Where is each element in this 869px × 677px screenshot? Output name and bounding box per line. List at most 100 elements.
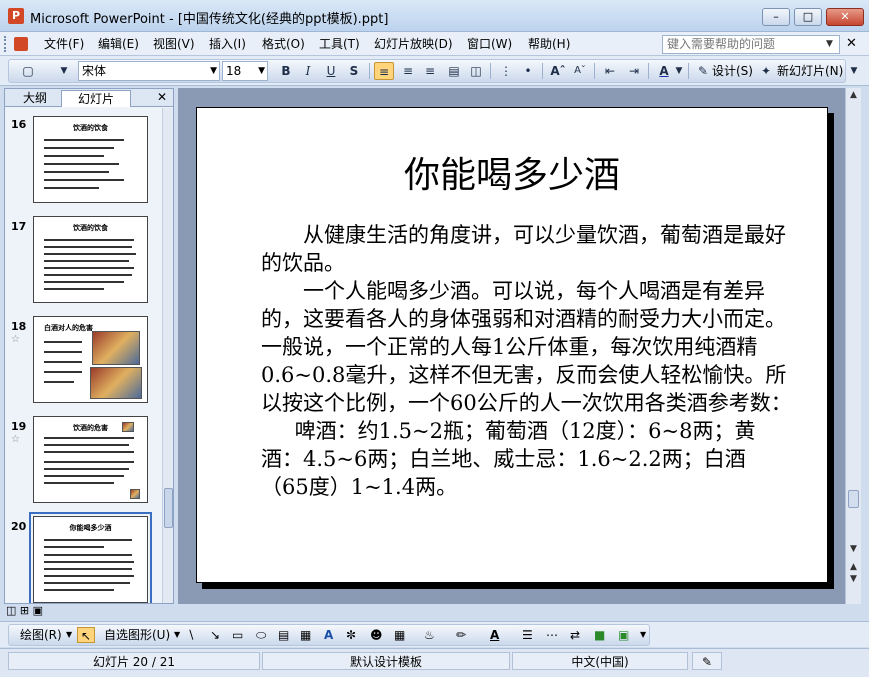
chevron-down-icon[interactable]: ▼ [826,39,833,49]
arrow-style-icon[interactable]: ⇄ [570,627,580,643]
wordart-icon[interactable]: A [324,627,333,643]
thumb-text-line [44,239,134,241]
decrease-indent-icon[interactable]: ⇤ [600,62,620,80]
scrollbar-thumb[interactable] [848,490,859,508]
toolbar-options-icon[interactable]: ▼ [640,627,646,643]
align-right-icon[interactable]: ≡ [420,62,440,80]
align-center-icon[interactable]: ≡ [398,62,418,80]
previous-slide-icon[interactable]: ▲ [846,562,861,572]
underline-button[interactable]: U [321,62,341,80]
tab-slides[interactable]: 幻灯片 [61,90,131,107]
toolbar-options-icon[interactable]: ▼ [848,62,860,80]
align-left-icon[interactable]: ≡ [374,62,394,80]
menu-view[interactable]: 视图(V) [153,36,195,52]
font-size-select[interactable]: 18 ▼ [222,61,268,81]
document-close-icon[interactable]: ✕ [846,36,857,51]
line-style-icon[interactable]: ☰ [522,627,533,643]
increase-font-icon[interactable]: Aˆ [548,62,568,80]
template-status[interactable]: 默认设计模板 [262,652,510,670]
menu-help[interactable]: 帮助(H) [528,36,570,52]
menu-tools[interactable]: 工具(T) [319,36,360,52]
font-color-icon[interactable]: A [490,627,499,643]
slide-thumbnail-20[interactable]: 你能喝多少酒 [29,512,152,603]
rectangle-icon[interactable]: ▭ [232,627,243,643]
slide-thumbnail-19[interactable]: 饮酒的危害 [33,416,148,503]
thumbnail-list: 16 饮酒的饮食 17 饮酒的饮食 18 ☆ 白酒对人的危害 19 ☆ 饮酒的危… [5,108,173,603]
chevron-down-icon[interactable]: ▼ [674,62,684,80]
menu-slideshow[interactable]: 幻灯片放映(D) [374,36,453,52]
chevron-down-icon[interactable]: ▼ [66,627,72,643]
clipart-icon[interactable]: ☻ [370,627,383,643]
spelling-check-icon[interactable]: ✎ [692,652,722,670]
arrow-icon[interactable]: ↘ [210,627,220,643]
menu-file[interactable]: 文件(F) [44,36,84,52]
autoshapes-button[interactable]: 自选图形(U) [104,627,170,643]
slide-thumbnail-16[interactable]: 饮酒的饮食 [33,116,148,203]
slide-title[interactable]: 你能喝多少酒 [197,146,827,198]
dash-style-icon[interactable]: ⋯ [546,627,558,643]
oval-icon[interactable]: ⬭ [256,627,266,643]
menu-edit[interactable]: 编辑(E) [98,36,139,52]
line-icon[interactable]: ∖ [187,627,195,643]
toolbar-grip[interactable] [4,36,7,52]
tab-outline[interactable]: 大纲 [13,90,57,107]
numbering-icon[interactable]: ⋮ [496,62,516,80]
justify-icon[interactable]: ▤ [444,62,464,80]
fill-color-icon[interactable]: ♨ [424,627,435,643]
design-button[interactable]: 设计(S) [712,62,753,80]
slideshow-view-icon[interactable]: ▣ [33,604,43,617]
italic-button[interactable]: I [298,62,318,80]
slide-paragraph: 一个人能喝多少酒。可以说，每个人喝酒是有差异的，这要看各人的身体强弱和对酒精的耐… [261,279,792,415]
picture-icon[interactable]: ▦ [394,627,405,643]
close-button[interactable]: ✕ [826,8,864,26]
menu-insert[interactable]: 插入(I) [209,36,246,52]
current-slide[interactable]: 你能喝多少酒 从健康生活的角度讲，可以少量饮酒，葡萄酒是最好的饮品。 一个人能喝… [196,107,828,583]
font-name-select[interactable]: 宋体 ▼ [78,61,220,81]
new-slide-button[interactable]: 新幻灯片(N) [777,62,843,80]
scrollbar-thumb[interactable] [164,488,173,528]
help-search-input[interactable]: 键入需要帮助的问题 [662,35,840,54]
slide-thumbnail-18[interactable]: 白酒对人的危害 [33,316,148,403]
bold-button[interactable]: B [276,62,296,80]
diagram-icon[interactable]: ✼ [346,627,356,643]
thumb-text-line [44,437,134,439]
decrease-font-icon[interactable]: Aˇ [570,62,590,80]
scroll-up-icon[interactable]: ▲ [846,90,861,100]
vertical-textbox-icon[interactable]: ▦ [300,627,311,643]
distribute-icon[interactable]: ◫ [466,62,486,80]
increase-indent-icon[interactable]: ⇥ [624,62,644,80]
slide-scrollbar[interactable]: ▲ ▼ ▲ ▼ [845,88,861,604]
thumb-text-line [44,568,132,570]
minimize-button[interactable]: – [762,8,790,26]
chevron-down-icon[interactable]: ▼ [174,627,180,643]
toolbar-options-icon[interactable]: ▼ [58,62,70,80]
thumb-text-line [44,561,134,563]
slide-thumbnail-17[interactable]: 饮酒的饮食 [33,216,148,303]
document-menu-icon[interactable] [14,37,28,51]
select-pointer-icon[interactable]: ↖ [77,627,95,643]
powerpoint-app-icon[interactable]: P [8,8,24,24]
line-color-icon[interactable]: ✏ [456,627,466,643]
new-document-icon[interactable]: ▢ [18,62,38,80]
thumb-text-line [44,246,132,248]
3d-style-icon[interactable]: ▣ [618,627,629,643]
menu-bar: 文件(F) 编辑(E) 视图(V) 插入(I) 格式(O) 工具(T) 幻灯片放… [0,32,869,56]
thumbnail-scrollbar[interactable] [162,108,173,603]
normal-view-icon[interactable]: ◫ [6,604,16,617]
slide-sorter-icon[interactable]: ⊞ [20,604,29,617]
next-slide-icon[interactable]: ▼ [846,574,861,584]
scroll-down-icon[interactable]: ▼ [846,544,861,554]
thumb-text-line [44,253,136,255]
menu-window[interactable]: 窗口(W) [467,36,512,52]
draw-menu-button[interactable]: 绘图(R) [20,627,62,643]
font-color-icon[interactable]: A [654,62,674,80]
textbox-icon[interactable]: ▤ [278,627,289,643]
menu-format[interactable]: 格式(O) [262,36,305,52]
thumb-text-line [44,341,82,343]
shadow-button[interactable]: S [344,62,364,80]
maximize-button[interactable]: □ [794,8,822,26]
slide-body-text[interactable]: 从健康生活的角度讲，可以少量饮酒，葡萄酒是最好的饮品。 一个人能喝多少酒。可以说… [261,221,793,501]
bullets-icon[interactable]: • [518,62,538,80]
shadow-style-icon[interactable]: ■ [594,627,605,643]
close-icon[interactable]: ✕ [157,90,167,104]
